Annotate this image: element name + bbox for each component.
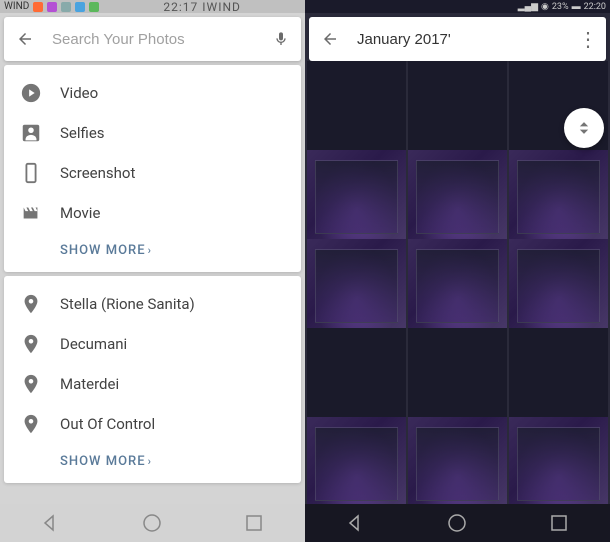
battery-label: 23% xyxy=(552,2,569,12)
photo-thumb[interactable] xyxy=(408,61,507,160)
photo-thumb[interactable] xyxy=(509,150,608,249)
phone-icon xyxy=(20,162,42,184)
status-icon xyxy=(89,2,99,12)
show-more-button[interactable]: SHOW MORE› xyxy=(4,233,301,264)
place-item[interactable]: Materdei xyxy=(4,364,301,404)
more-icon[interactable]: ⋮ xyxy=(578,27,594,51)
show-more-button[interactable]: SHOW MORE› xyxy=(4,444,301,475)
status-bar-right: ▂▄▆ ◉ 23% ▬ 22:20 xyxy=(305,0,610,13)
pin-icon xyxy=(20,333,42,355)
photo-thumb[interactable] xyxy=(408,417,507,504)
photo-thumb[interactable] xyxy=(307,417,406,504)
search-bar xyxy=(4,17,301,61)
place-label: Stella (Rione Sanita) xyxy=(60,295,195,313)
place-item[interactable]: Stella (Rione Sanita) xyxy=(4,284,301,324)
photo-thumb[interactable] xyxy=(408,239,507,338)
wifi-icon: ◉ xyxy=(541,2,549,12)
chevron-right-icon: › xyxy=(148,455,152,468)
search-input-right[interactable] xyxy=(357,31,578,48)
search-bar-right: ⋮ xyxy=(309,17,606,61)
place-item[interactable]: Out Of Control xyxy=(4,404,301,444)
play-icon xyxy=(20,82,42,104)
nav-recent-icon[interactable] xyxy=(242,511,266,535)
nav-home-icon[interactable] xyxy=(140,511,164,535)
pin-icon xyxy=(20,293,42,315)
scroll-fab[interactable] xyxy=(564,108,604,148)
photo-thumb[interactable] xyxy=(509,417,608,504)
nav-bar-left xyxy=(0,504,305,542)
categories-card: Video Selfies Screenshot Movie xyxy=(4,65,301,272)
movie-icon xyxy=(20,202,42,224)
person-icon xyxy=(20,122,42,144)
category-label: Screenshot xyxy=(60,164,135,182)
photo-thumb[interactable] xyxy=(509,239,608,338)
status-icon xyxy=(33,2,43,12)
photo-thumb[interactable] xyxy=(509,328,608,427)
category-video[interactable]: Video xyxy=(4,73,301,113)
photo-thumb[interactable] xyxy=(307,328,406,427)
category-label: Video xyxy=(60,84,98,102)
photo-thumb[interactable] xyxy=(408,328,507,427)
nav-home-icon[interactable] xyxy=(445,511,469,535)
battery-icon: ▬ xyxy=(572,1,581,12)
nav-recent-icon[interactable] xyxy=(547,511,571,535)
back-icon[interactable] xyxy=(16,30,34,48)
category-selfies[interactable]: Selfies xyxy=(4,113,301,153)
place-label: Decumani xyxy=(60,335,127,353)
status-time: 22:20 xyxy=(584,2,606,12)
photo-thumb[interactable] xyxy=(307,61,406,160)
category-movie[interactable]: Movie xyxy=(4,193,301,233)
photo-thumb[interactable] xyxy=(408,150,507,249)
place-label: Out Of Control xyxy=(60,415,155,433)
status-icon xyxy=(75,2,85,12)
pin-icon xyxy=(20,373,42,395)
status-icon xyxy=(47,2,57,12)
pin-icon xyxy=(20,413,42,435)
search-input[interactable] xyxy=(52,31,273,48)
signal-icon: ▂▄▆ xyxy=(518,1,538,12)
place-item[interactable]: Decumani xyxy=(4,324,301,364)
category-screenshot[interactable]: Screenshot xyxy=(4,153,301,193)
mic-icon[interactable] xyxy=(273,29,289,49)
status-icon xyxy=(61,2,71,12)
category-label: Movie xyxy=(60,204,100,222)
category-label: Selfies xyxy=(60,124,105,142)
nav-back-icon[interactable] xyxy=(344,511,368,535)
photo-thumb[interactable] xyxy=(307,150,406,249)
places-card: Stella (Rione Sanita) Decumani Materdei … xyxy=(4,276,301,483)
chevron-right-icon: › xyxy=(148,244,152,257)
nav-bar-right xyxy=(305,504,610,542)
carrier-label: WIND xyxy=(4,1,29,12)
place-label: Materdei xyxy=(60,375,119,393)
back-icon[interactable] xyxy=(321,30,339,48)
status-bar-left: WIND 22:17 IWIND xyxy=(0,0,305,13)
nav-back-icon[interactable] xyxy=(39,511,63,535)
photo-thumb[interactable] xyxy=(307,239,406,338)
